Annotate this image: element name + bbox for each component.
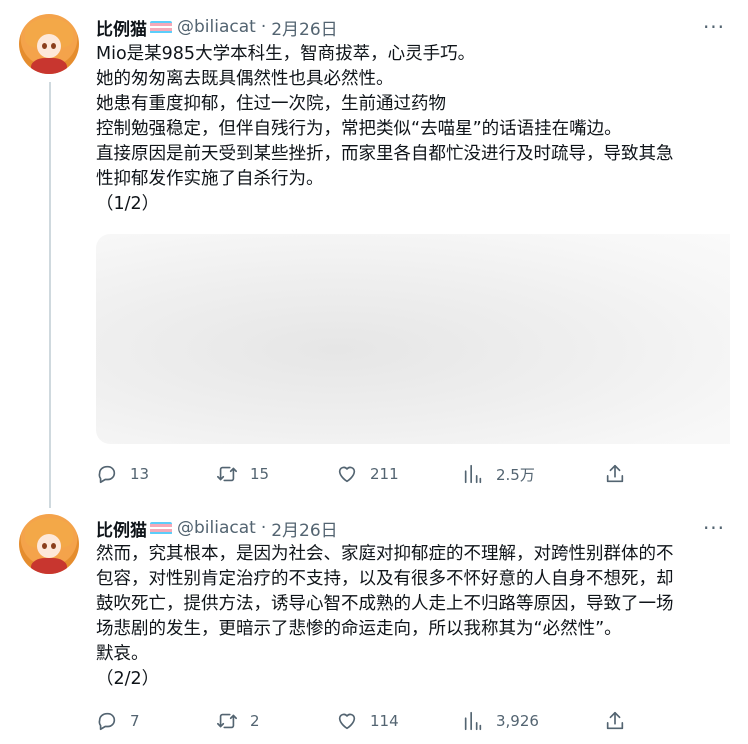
share-button[interactable] — [604, 462, 626, 486]
tweet-line: 控制勉强稳定，但伴自残行为，常把类似“去喵星”的话语挂在嘴边。 — [96, 119, 622, 139]
tweet-line: 她患有重度抑郁，住过一次院，生前通过药物 — [96, 94, 446, 114]
heart-icon — [338, 713, 356, 730]
views-button[interactable]: 3,926 — [462, 709, 539, 733]
author-name[interactable]: 比例猫 — [96, 516, 147, 541]
heart-icon — [338, 466, 356, 483]
tweet-line: 场悲剧的发生，更暗示了悲惨的命运走向，所以我称其为“必然性”。 — [96, 619, 622, 639]
tweet-date[interactable]: 2月26日 — [271, 15, 337, 40]
author-avatar[interactable] — [19, 514, 79, 574]
retweet-icon — [217, 713, 237, 729]
tweet-line: Mio是某985大学本科生，智商拔萃，心灵手巧。 — [96, 44, 476, 64]
share-icon — [606, 711, 624, 730]
like-button[interactable]: 211 — [336, 462, 399, 486]
reply-count: 13 — [130, 465, 150, 483]
tweet-header: 比例猫 @biliacat · 2月26日 — [96, 516, 338, 541]
tweet-2[interactable]: 比例猫 @biliacat · 2月26日 ··· 然而，究其根本，是因为社会、… — [0, 508, 748, 744]
retweet-button[interactable]: 15 — [216, 462, 269, 486]
retweet-icon — [217, 466, 237, 482]
tweet-actions: 7 2 114 3,926 — [96, 709, 636, 733]
author-avatar[interactable] — [19, 14, 79, 74]
author-name[interactable]: 比例猫 — [96, 15, 147, 40]
share-button[interactable] — [604, 709, 626, 733]
tweet-text: 然而，究其根本，是因为社会、家庭对抑郁症的不理解，对跨性别群体的不 包容，对性别… — [96, 542, 728, 692]
reply-icon — [98, 712, 116, 731]
retweet-count: 15 — [250, 465, 270, 483]
tweet-line: 然而，究其根本，是因为社会、家庭对抑郁症的不理解，对跨性别群体的不 — [96, 544, 674, 564]
tweet-line: （2/2） — [96, 669, 160, 689]
reply-count: 7 — [130, 712, 140, 730]
tweet-header: 比例猫 @biliacat · 2月26日 — [96, 15, 338, 40]
author-handle[interactable]: @biliacat — [177, 17, 256, 37]
analytics-icon — [464, 711, 482, 731]
like-button[interactable]: 114 — [336, 709, 399, 733]
transgender-flag-icon — [150, 521, 172, 535]
retweet-button[interactable]: 2 — [216, 709, 260, 733]
retweet-count: 2 — [250, 712, 260, 730]
share-icon — [606, 464, 624, 483]
tweet-line: 直接原因是前天受到某些挫折，而家里各自都忙没进行及时疏导，导致其急 — [96, 144, 674, 164]
transgender-flag-icon — [150, 20, 172, 34]
tweet-actions: 13 15 211 2.5万 — [96, 462, 636, 486]
view-count: 2.5万 — [496, 465, 535, 484]
tweet-line: 默哀。 — [96, 644, 149, 664]
like-count: 114 — [370, 712, 399, 730]
thread-connector-line — [49, 82, 51, 508]
more-options-icon[interactable]: ··· — [702, 516, 726, 540]
analytics-icon — [464, 464, 482, 484]
tweet-line: 包容，对性别肯定治疗的不支持，以及有很多不怀好意的人自身不想死，却 — [96, 569, 674, 589]
view-count: 3,926 — [496, 712, 539, 730]
like-count: 211 — [370, 465, 399, 483]
views-button[interactable]: 2.5万 — [462, 462, 535, 486]
tweet-text: Mio是某985大学本科生，智商拔萃，心灵手巧。 她的匆匆离去既具偶然性也具必然… — [96, 42, 728, 217]
separator-dot: · — [260, 17, 267, 37]
reply-button[interactable]: 7 — [96, 709, 140, 733]
reply-icon — [98, 465, 116, 484]
tweet-line: （1/2） — [96, 194, 160, 214]
separator-dot: · — [260, 518, 267, 538]
tweet-media-blurred[interactable] — [96, 234, 730, 444]
reply-button[interactable]: 13 — [96, 462, 149, 486]
tweet-line: 性抑郁发作实施了自杀行为。 — [96, 169, 324, 189]
tweet-1[interactable]: 比例猫 @biliacat · 2月26日 ··· Mio是某985大学本科生，… — [0, 0, 748, 508]
tweet-line: 她的匆匆离去既具偶然性也具必然性。 — [96, 69, 394, 89]
author-handle[interactable]: @biliacat — [177, 518, 256, 538]
tweet-line: 鼓吹死亡，提供方法，诱导心智不成熟的人走上不归路等原因，导致了一场 — [96, 594, 674, 614]
tweet-date[interactable]: 2月26日 — [271, 516, 337, 541]
more-options-icon[interactable]: ··· — [702, 15, 726, 39]
